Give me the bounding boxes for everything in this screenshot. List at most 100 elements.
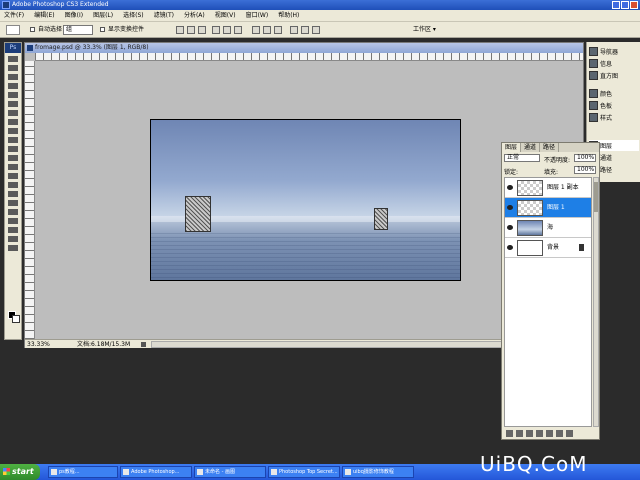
crop-tool-icon[interactable] bbox=[8, 92, 18, 98]
menu-view[interactable]: 视图(V) bbox=[215, 10, 236, 21]
tower-right bbox=[374, 208, 388, 230]
auto-select-target-dropdown[interactable]: 组 bbox=[63, 25, 93, 35]
taskbar-item-4[interactable]: Photoshop Top Secret... bbox=[268, 466, 340, 478]
move-tool-icon[interactable] bbox=[8, 56, 18, 62]
menu-image[interactable]: 图像(I) bbox=[65, 10, 83, 21]
type-tool-icon[interactable] bbox=[8, 191, 18, 197]
align-left-icon[interactable] bbox=[212, 26, 220, 34]
new-layer-icon[interactable] bbox=[556, 430, 563, 437]
blend-mode-dropdown[interactable]: 正常 bbox=[504, 154, 540, 162]
layers-scrollbar[interactable] bbox=[593, 177, 599, 427]
taskbar-item-3[interactable]: 未命名 - 画图 bbox=[194, 466, 266, 478]
dock-navigator[interactable]: 导航器 bbox=[589, 46, 618, 57]
eyedropper-tool-icon[interactable] bbox=[8, 227, 18, 233]
menu-select[interactable]: 选择(S) bbox=[123, 10, 144, 21]
notes-tool-icon[interactable] bbox=[8, 218, 18, 224]
align-bottom-icon[interactable] bbox=[198, 26, 206, 34]
adjustment-layer-icon[interactable] bbox=[536, 430, 543, 437]
tab-paths[interactable]: 路径 bbox=[540, 143, 560, 152]
close-button[interactable] bbox=[630, 1, 638, 9]
dodge-tool-icon[interactable] bbox=[8, 173, 18, 179]
layer-name: 海 bbox=[547, 224, 554, 231]
dock-color[interactable]: 颜色 bbox=[589, 88, 612, 99]
healing-brush-tool-icon[interactable] bbox=[8, 110, 18, 116]
minimize-button[interactable] bbox=[612, 1, 620, 9]
tab-channels[interactable]: 通道 bbox=[521, 143, 541, 152]
dock-swatches[interactable]: 色板 bbox=[589, 100, 612, 111]
layer-row-background[interactable]: 背景 bbox=[505, 238, 591, 258]
layer-list: 图层 1 副本 图层 1 海 背景 bbox=[504, 177, 592, 427]
tool-preset-picker[interactable] bbox=[6, 25, 20, 35]
workspace-menu[interactable]: 工作区 ▾ bbox=[413, 26, 436, 34]
scroll-thumb[interactable] bbox=[594, 182, 598, 212]
distribute-middle-icon[interactable] bbox=[263, 26, 271, 34]
tab-layers[interactable]: 图层 bbox=[502, 143, 522, 152]
align-top-icon[interactable] bbox=[176, 26, 184, 34]
clone-stamp-tool-icon[interactable] bbox=[8, 128, 18, 134]
menu-window[interactable]: 窗口(W) bbox=[246, 10, 269, 21]
background-color-swatch[interactable] bbox=[12, 315, 20, 323]
horizontal-ruler[interactable] bbox=[35, 53, 583, 61]
layer-row-sea[interactable]: 海 bbox=[505, 218, 591, 238]
magic-wand-tool-icon[interactable] bbox=[8, 83, 18, 89]
watermark: UiBQ.CoM bbox=[480, 452, 588, 476]
ps-logo: Ps bbox=[5, 43, 21, 53]
layer-thumbnail bbox=[517, 180, 543, 196]
visibility-eye-icon[interactable] bbox=[507, 185, 513, 190]
menu-layer[interactable]: 图层(L) bbox=[93, 10, 113, 21]
taskbar-item-1[interactable]: ps教程... bbox=[48, 466, 118, 478]
opacity-field[interactable]: 100% bbox=[574, 154, 596, 162]
align-center-icon[interactable] bbox=[223, 26, 231, 34]
align-right-icon[interactable] bbox=[234, 26, 242, 34]
path-selection-tool-icon[interactable] bbox=[8, 200, 18, 206]
visibility-eye-icon[interactable] bbox=[507, 245, 513, 250]
pen-tool-icon[interactable] bbox=[8, 182, 18, 188]
slice-tool-icon[interactable] bbox=[8, 101, 18, 107]
distribute-right-icon[interactable] bbox=[312, 26, 320, 34]
brush-tool-icon[interactable] bbox=[8, 119, 18, 125]
menu-analysis[interactable]: 分析(A) bbox=[184, 10, 205, 21]
maximize-button[interactable] bbox=[621, 1, 629, 9]
distribute-center-icon[interactable] bbox=[301, 26, 309, 34]
menu-filter[interactable]: 滤镜(T) bbox=[154, 10, 174, 21]
show-transform-checkbox[interactable] bbox=[100, 27, 105, 32]
layer-row-layer1-copy[interactable]: 图层 1 副本 bbox=[505, 178, 591, 198]
gradient-tool-icon[interactable] bbox=[8, 155, 18, 161]
dock-info[interactable]: 信息 bbox=[589, 58, 612, 69]
menu-edit[interactable]: 编辑(E) bbox=[34, 10, 54, 21]
link-layers-icon[interactable] bbox=[506, 430, 513, 437]
hand-tool-icon[interactable] bbox=[8, 236, 18, 242]
marquee-tool-icon[interactable] bbox=[8, 65, 18, 71]
auto-select-checkbox[interactable] bbox=[30, 27, 35, 32]
menu-file[interactable]: 文件(F) bbox=[4, 10, 24, 21]
shape-tool-icon[interactable] bbox=[8, 209, 18, 215]
visibility-eye-icon[interactable] bbox=[507, 225, 513, 230]
dock-styles[interactable]: 样式 bbox=[589, 112, 612, 123]
layer-style-icon[interactable] bbox=[516, 430, 523, 437]
status-menu-arrow-icon[interactable] bbox=[141, 342, 146, 347]
fill-field[interactable]: 100% bbox=[574, 166, 596, 174]
layer-row-layer1[interactable]: 图层 1 bbox=[505, 198, 591, 218]
zoom-level[interactable]: 33.33% bbox=[27, 340, 50, 349]
document-icon bbox=[27, 45, 33, 51]
distribute-left-icon[interactable] bbox=[290, 26, 298, 34]
taskbar-item-2[interactable]: Adobe Photoshop... bbox=[120, 466, 192, 478]
visibility-eye-icon[interactable] bbox=[507, 205, 513, 210]
menu-help[interactable]: 帮助(H) bbox=[278, 10, 299, 21]
layer-mask-icon[interactable] bbox=[526, 430, 533, 437]
distribute-top-icon[interactable] bbox=[252, 26, 260, 34]
blur-tool-icon[interactable] bbox=[8, 164, 18, 170]
start-button[interactable]: start bbox=[0, 464, 40, 480]
lasso-tool-icon[interactable] bbox=[8, 74, 18, 80]
dock-histogram[interactable]: 直方图 bbox=[589, 70, 618, 81]
zoom-tool-icon[interactable] bbox=[8, 245, 18, 251]
taskbar-item-5[interactable]: uibq摄影修饰教程 bbox=[342, 466, 414, 478]
eraser-tool-icon[interactable] bbox=[8, 146, 18, 152]
new-group-icon[interactable] bbox=[546, 430, 553, 437]
align-middle-icon[interactable] bbox=[187, 26, 195, 34]
vertical-ruler[interactable] bbox=[25, 61, 35, 339]
trash-icon[interactable] bbox=[566, 430, 573, 437]
distribute-bottom-icon[interactable] bbox=[274, 26, 282, 34]
history-brush-tool-icon[interactable] bbox=[8, 137, 18, 143]
image-canvas[interactable] bbox=[150, 119, 461, 281]
